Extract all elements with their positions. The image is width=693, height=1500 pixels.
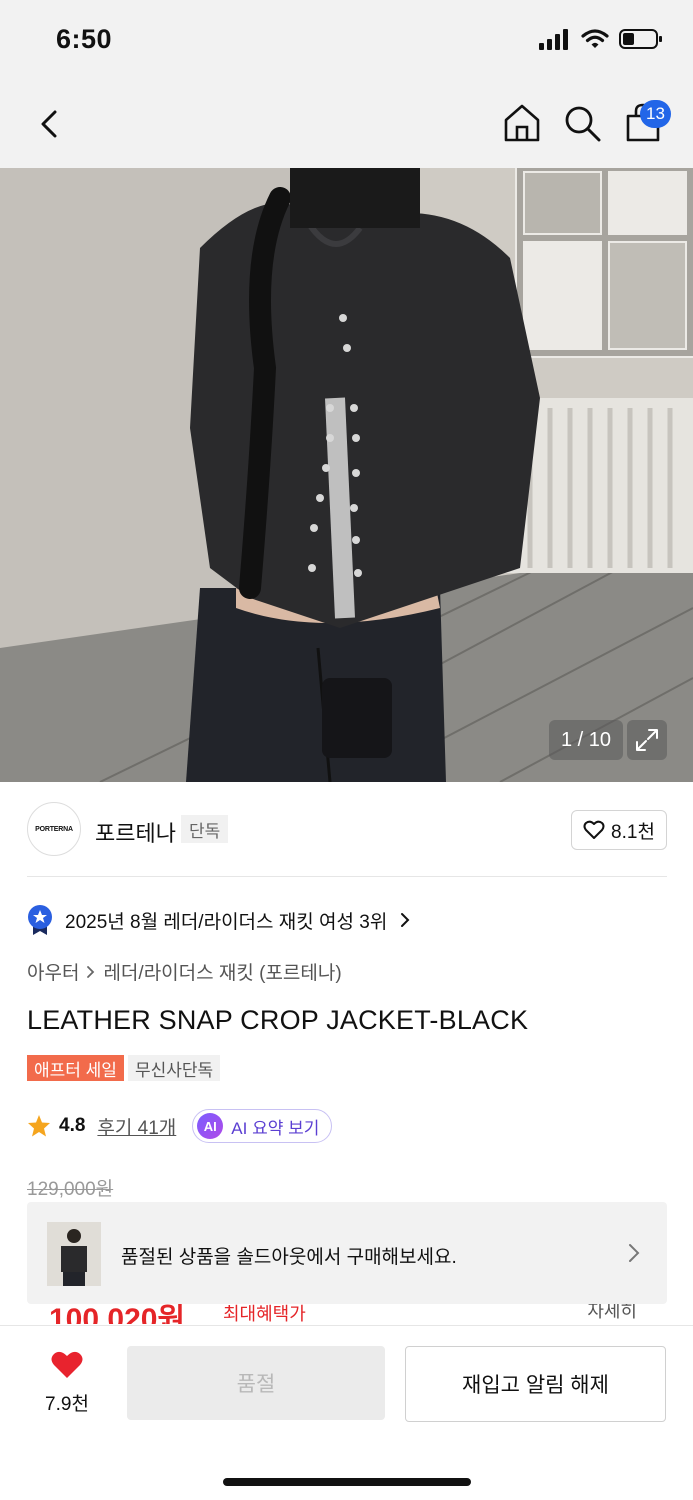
wishlist-count: 7.9천 (45, 1394, 89, 1415)
chevron-right-icon (87, 965, 95, 978)
star-icon (28, 1115, 50, 1137)
status-bar: 6:50 (0, 0, 693, 80)
ai-summary-button[interactable]: AI AI 요약 보기 (192, 1109, 333, 1143)
brand-like-count: 8.1천 (611, 821, 655, 843)
ranking-text: 2025년 8월 레더/라이더스 재킷 여성 3위 (65, 911, 388, 933)
search-icon[interactable] (562, 102, 602, 144)
review-count-link[interactable]: 후기 41개 (97, 1113, 176, 1140)
cart-count-badge: 13 (640, 100, 671, 128)
status-icons (539, 28, 663, 50)
home-icon[interactable] (502, 102, 542, 144)
rating-value: 4.8 (59, 1115, 86, 1136)
battery-icon (619, 29, 662, 49)
ranking-badge-icon (28, 905, 52, 935)
breadcrumb: 아우터 레더/라이더스 재킷 (포르테나) (27, 958, 342, 985)
brand-name[interactable]: 포르테나 (95, 816, 176, 848)
brand-like-button[interactable]: 8.1천 (571, 810, 667, 850)
breadcrumb-category[interactable]: 아우터 (27, 958, 79, 985)
heart-filled-icon (51, 1351, 83, 1378)
restock-alert-button[interactable]: 재입고 알림 해제 (405, 1346, 666, 1422)
wifi-icon (581, 29, 609, 48)
ai-summary-label: AI 요약 보기 (231, 1118, 320, 1138)
expand-icon[interactable] (627, 720, 667, 760)
rating-row: 4.8 후기 41개 AI AI 요약 보기 (27, 1108, 333, 1144)
product-photo (0, 168, 693, 782)
brand-logo[interactable]: PORTERNA (27, 802, 81, 856)
soldout-button: 품절 (127, 1346, 385, 1420)
divider (27, 876, 667, 877)
chevron-right-icon (401, 913, 410, 927)
soldout-banner-text: 품절된 상품을 솔드아웃에서 구매해보세요. (121, 1247, 457, 1268)
home-indicator (223, 1478, 471, 1486)
heart-outline-icon (583, 820, 605, 839)
image-counter: 1 / 10 (549, 720, 623, 760)
status-time: 6:50 (56, 24, 113, 54)
product-tags: 애프터 세일 무신사단독 (27, 1055, 221, 1081)
ai-icon: AI (197, 1113, 224, 1139)
soldout-banner[interactable]: 품절된 상품을 솔드아웃에서 구매해보세요. (27, 1202, 667, 1304)
signal-icon (539, 29, 568, 50)
bottom-action-bar: 7.9천 품절 재입고 알림 해제 (0, 1325, 693, 1500)
original-price: 129,000원 (27, 1179, 114, 1200)
wishlist-button[interactable]: 7.9천 (28, 1350, 106, 1416)
navigation-bar (0, 80, 693, 168)
ranking-row[interactable]: 2025년 8월 레더/라이더스 재킷 여성 3위 (27, 904, 411, 936)
product-image[interactable] (0, 168, 693, 782)
breadcrumb-subcategory[interactable]: 레더/라이더스 재킷 (포르테나) (103, 958, 341, 985)
chevron-right-icon (629, 1244, 640, 1262)
back-icon[interactable] (30, 104, 70, 144)
soldout-thumbnail (47, 1222, 101, 1286)
exclusive-tag: 단독 (181, 815, 229, 843)
exclusive-product-tag: 무신사단독 (127, 1055, 221, 1081)
sale-tag: 애프터 세일 (27, 1055, 124, 1081)
brand-row: PORTERNA 포르테나 단독 8.1천 (27, 800, 667, 860)
product-title: LEATHER SNAP CROP JACKET-BLACK (27, 1005, 529, 1035)
